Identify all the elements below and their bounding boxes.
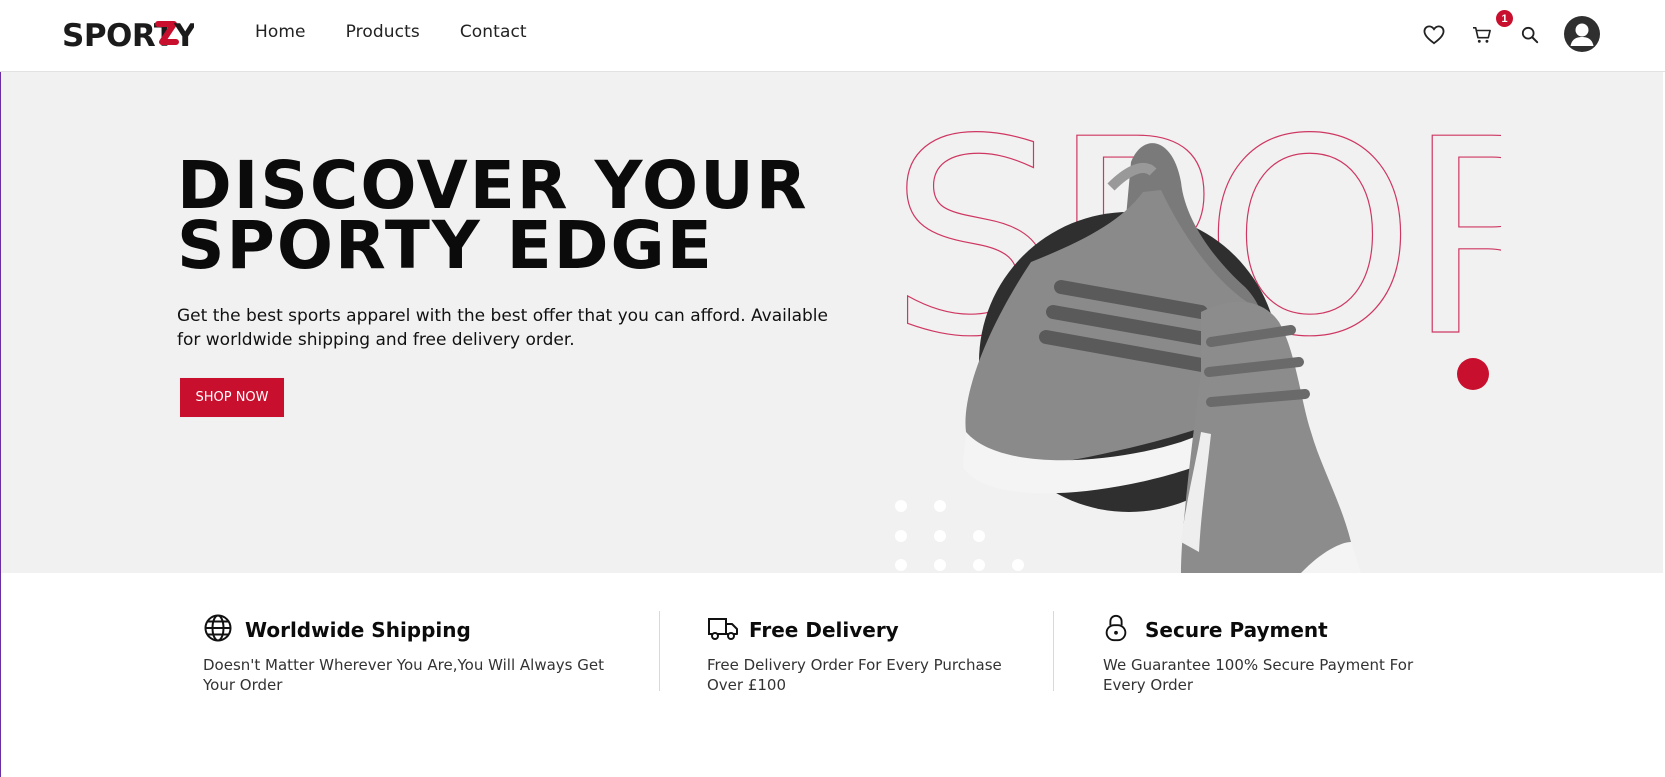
svg-text:Y: Y — [173, 18, 194, 50]
feature-title: Secure Payment — [1145, 618, 1328, 642]
feature-description: We Guarantee 100% Secure Payment For Eve… — [1103, 656, 1414, 694]
search-icon — [1521, 26, 1539, 44]
hero-title: DISCOVER YOUR SPORTY EDGE — [177, 153, 817, 284]
user-avatar-icon[interactable] — [1564, 16, 1600, 52]
cart-count-badge: 1 — [1496, 10, 1513, 27]
nav-products-link[interactable]: Products — [346, 22, 420, 42]
shop-now-button[interactable]: SHOP NOW — [179, 377, 285, 418]
cart-icon — [1473, 26, 1491, 43]
lock-icon — [1105, 614, 1127, 642]
nav-contact-link[interactable]: Contact — [460, 22, 527, 42]
hero-description: Get the best sports apparel with the bes… — [177, 306, 828, 350]
feature-description: Free Delivery Order For Every Purchase O… — [707, 656, 1002, 694]
truck-icon — [708, 618, 738, 640]
feature-title: Free Delivery — [749, 618, 899, 642]
wishlist-button[interactable] — [1421, 22, 1447, 48]
feature-divider — [1053, 611, 1054, 691]
sportzy-logo[interactable]: SPORT Y — [62, 16, 194, 50]
user-silhouette-icon — [1565, 17, 1599, 51]
heart-icon — [1423, 25, 1445, 45]
main-nav: Home Products Contact — [255, 22, 527, 42]
hero-section: DISCOVER YOUR SPORTY EDGE Get the best s… — [1, 72, 1663, 573]
hero-shoe-illustration: SPORTZY — [888, 80, 1501, 573]
site-header: SPORT Y Home Products Contact 1 — [0, 0, 1665, 72]
globe-icon — [204, 614, 232, 642]
feature-title: Worldwide Shipping — [245, 618, 471, 642]
cart-button[interactable] — [1469, 22, 1495, 48]
hero-title-line-2: SPORTY EDGE — [177, 207, 714, 284]
nav-home-link[interactable]: Home — [255, 22, 306, 42]
red-dot-shape — [1457, 358, 1489, 390]
feature-description: Doesn't Matter Wherever You Are,You Will… — [203, 656, 604, 694]
feature-divider — [659, 611, 660, 691]
dots-pattern — [895, 500, 1024, 571]
search-button[interactable] — [1517, 22, 1543, 48]
features-bar: Worldwide Shipping Doesn't Matter Wherev… — [1, 573, 1663, 777]
